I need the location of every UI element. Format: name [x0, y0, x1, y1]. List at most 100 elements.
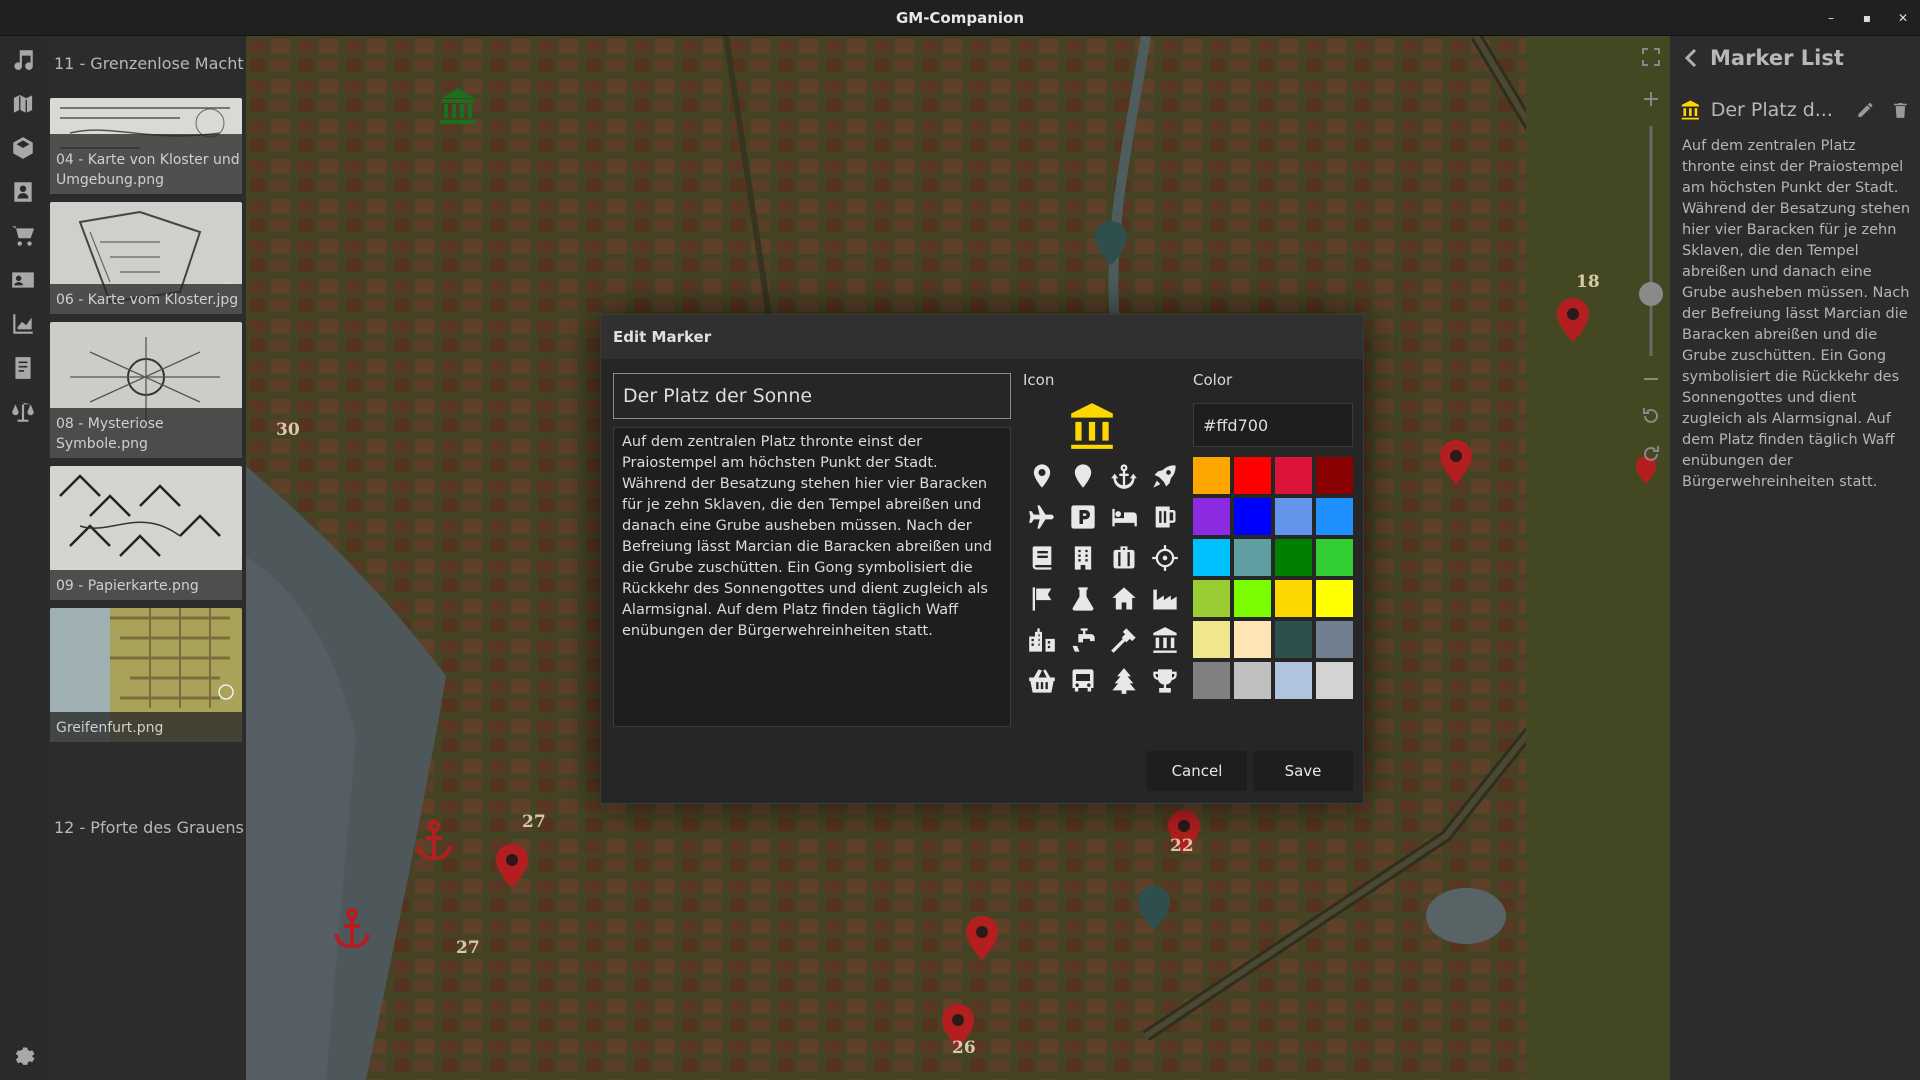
- trash-icon[interactable]: [1891, 100, 1910, 120]
- landmark-icon[interactable]: [1144, 619, 1185, 660]
- color-swatch[interactable]: [1234, 498, 1271, 535]
- map-thumbnail[interactable]: 06 - Karte vom Kloster.jpg: [50, 202, 242, 314]
- rotate-right-icon[interactable]: [1641, 444, 1661, 464]
- map-label: 30: [276, 420, 300, 440]
- marker-list-panel: Marker List Der Platz d... Auf dem zentr…: [1670, 36, 1920, 1080]
- flag-icon[interactable]: [1021, 578, 1062, 619]
- color-hex-input[interactable]: [1193, 403, 1353, 447]
- zoom-out-icon[interactable]: [1642, 370, 1660, 388]
- color-swatch[interactable]: [1193, 457, 1230, 494]
- map-pin-marker[interactable]: [1440, 440, 1472, 484]
- rocket-icon[interactable]: [1144, 455, 1185, 496]
- gear-icon[interactable]: [9, 1040, 37, 1068]
- map-icon[interactable]: [9, 90, 37, 118]
- folder-item[interactable]: 11 - Grenzenlose Macht: [54, 54, 244, 73]
- anchor-marker[interactable]: [334, 908, 370, 949]
- zoom-slider[interactable]: [1638, 126, 1664, 356]
- cart-icon[interactable]: [9, 222, 37, 250]
- color-swatch[interactable]: [1275, 498, 1312, 535]
- color-swatch[interactable]: [1316, 498, 1353, 535]
- rotate-left-icon[interactable]: [1641, 406, 1661, 426]
- map-pin-marker[interactable]: [1138, 886, 1170, 930]
- color-swatch[interactable]: [1316, 539, 1353, 576]
- bed-icon[interactable]: [1103, 496, 1144, 537]
- map-pin-marker[interactable]: [966, 916, 998, 960]
- home-icon[interactable]: [1103, 578, 1144, 619]
- marker-description-input[interactable]: Auf dem zentralen Platz thronte einst de…: [613, 427, 1011, 727]
- map-pin-marker[interactable]: [496, 844, 528, 888]
- shopping-basket-icon[interactable]: [1021, 660, 1062, 701]
- color-swatch[interactable]: [1275, 662, 1312, 699]
- fullscreen-icon[interactable]: [1642, 48, 1660, 66]
- marker-list-item[interactable]: Der Platz d...: [1680, 92, 1910, 128]
- color-swatch[interactable]: [1193, 662, 1230, 699]
- color-swatch[interactable]: [1316, 621, 1353, 658]
- close-button[interactable]: ✕: [1896, 11, 1910, 25]
- music-icon[interactable]: [9, 46, 37, 74]
- color-swatch[interactable]: [1275, 539, 1312, 576]
- cancel-button[interactable]: Cancel: [1147, 751, 1247, 791]
- color-swatch[interactable]: [1275, 457, 1312, 494]
- folder-item[interactable]: 12 - Pforte des Grauens: [54, 818, 244, 837]
- tree-icon[interactable]: [1103, 660, 1144, 701]
- city-icon[interactable]: [1021, 619, 1062, 660]
- color-swatch[interactable]: [1193, 621, 1230, 658]
- color-swatch[interactable]: [1234, 457, 1271, 494]
- notes-icon[interactable]: [9, 354, 37, 382]
- map-pin-marker[interactable]: [1095, 221, 1127, 265]
- color-swatch[interactable]: [1316, 662, 1353, 699]
- landmark-marker[interactable]: [440, 88, 476, 124]
- suitcase-icon[interactable]: [1103, 537, 1144, 578]
- map-thumbnail[interactable]: 04 - Karte von Kloster und Umgebung.png: [50, 98, 242, 194]
- map-thumbnail[interactable]: 08 - Mysteriose Symbole.png: [50, 322, 242, 458]
- save-button[interactable]: Save: [1253, 751, 1353, 791]
- map-thumbnail[interactable]: Greifenfurt.png: [50, 608, 242, 742]
- balance-scale-icon[interactable]: [9, 398, 37, 426]
- map-marker-icon[interactable]: [1021, 455, 1062, 496]
- edit-icon[interactable]: [1856, 100, 1875, 120]
- window-title: GM-Companion: [895, 8, 1025, 27]
- map-label: 18: [1576, 272, 1600, 292]
- maximize-button[interactable]: ▪: [1860, 11, 1874, 25]
- chart-icon[interactable]: [9, 310, 37, 338]
- color-swatch[interactable]: [1193, 539, 1230, 576]
- color-swatch[interactable]: [1193, 498, 1230, 535]
- crosshairs-icon[interactable]: [1144, 537, 1185, 578]
- color-swatch[interactable]: [1316, 457, 1353, 494]
- map-pin-marker[interactable]: [1557, 298, 1589, 342]
- industry-icon[interactable]: [1144, 578, 1185, 619]
- color-swatch[interactable]: [1316, 580, 1353, 617]
- plane-icon[interactable]: [1021, 496, 1062, 537]
- zoom-in-icon[interactable]: [1642, 90, 1660, 108]
- map-thumbnail[interactable]: 09 - Papierkarte.png: [50, 466, 242, 600]
- color-swatch[interactable]: [1275, 580, 1312, 617]
- chevron-left-icon[interactable]: [1684, 48, 1698, 68]
- color-swatch[interactable]: [1275, 621, 1312, 658]
- character-icon[interactable]: [9, 178, 37, 206]
- color-swatch[interactable]: [1234, 662, 1271, 699]
- window-controls: – ▪ ✕: [1824, 0, 1910, 36]
- map-pin-icon[interactable]: [1062, 455, 1103, 496]
- hammer-icon[interactable]: [1103, 619, 1144, 660]
- landmark-icon: [1071, 403, 1113, 449]
- parking-icon[interactable]: [1062, 496, 1103, 537]
- contact-card-icon[interactable]: [9, 266, 37, 294]
- faucet-icon[interactable]: [1062, 619, 1103, 660]
- dice-icon[interactable]: [9, 134, 37, 162]
- color-swatch[interactable]: [1234, 621, 1271, 658]
- anchor-marker[interactable]: [416, 820, 452, 861]
- color-swatch[interactable]: [1234, 539, 1271, 576]
- marker-name-input[interactable]: [613, 373, 1011, 419]
- thumbnail-label: 06 - Karte vom Kloster.jpg: [56, 292, 239, 308]
- color-swatch[interactable]: [1234, 580, 1271, 617]
- dialog-header: Edit Marker: [601, 315, 1363, 359]
- minimize-button[interactable]: –: [1824, 11, 1838, 25]
- beer-icon[interactable]: [1144, 496, 1185, 537]
- building-icon[interactable]: [1062, 537, 1103, 578]
- flask-icon[interactable]: [1062, 578, 1103, 619]
- book-icon[interactable]: [1021, 537, 1062, 578]
- color-swatch[interactable]: [1193, 580, 1230, 617]
- anchor-icon[interactable]: [1103, 455, 1144, 496]
- bus-icon[interactable]: [1062, 660, 1103, 701]
- trophy-icon[interactable]: [1144, 660, 1185, 701]
